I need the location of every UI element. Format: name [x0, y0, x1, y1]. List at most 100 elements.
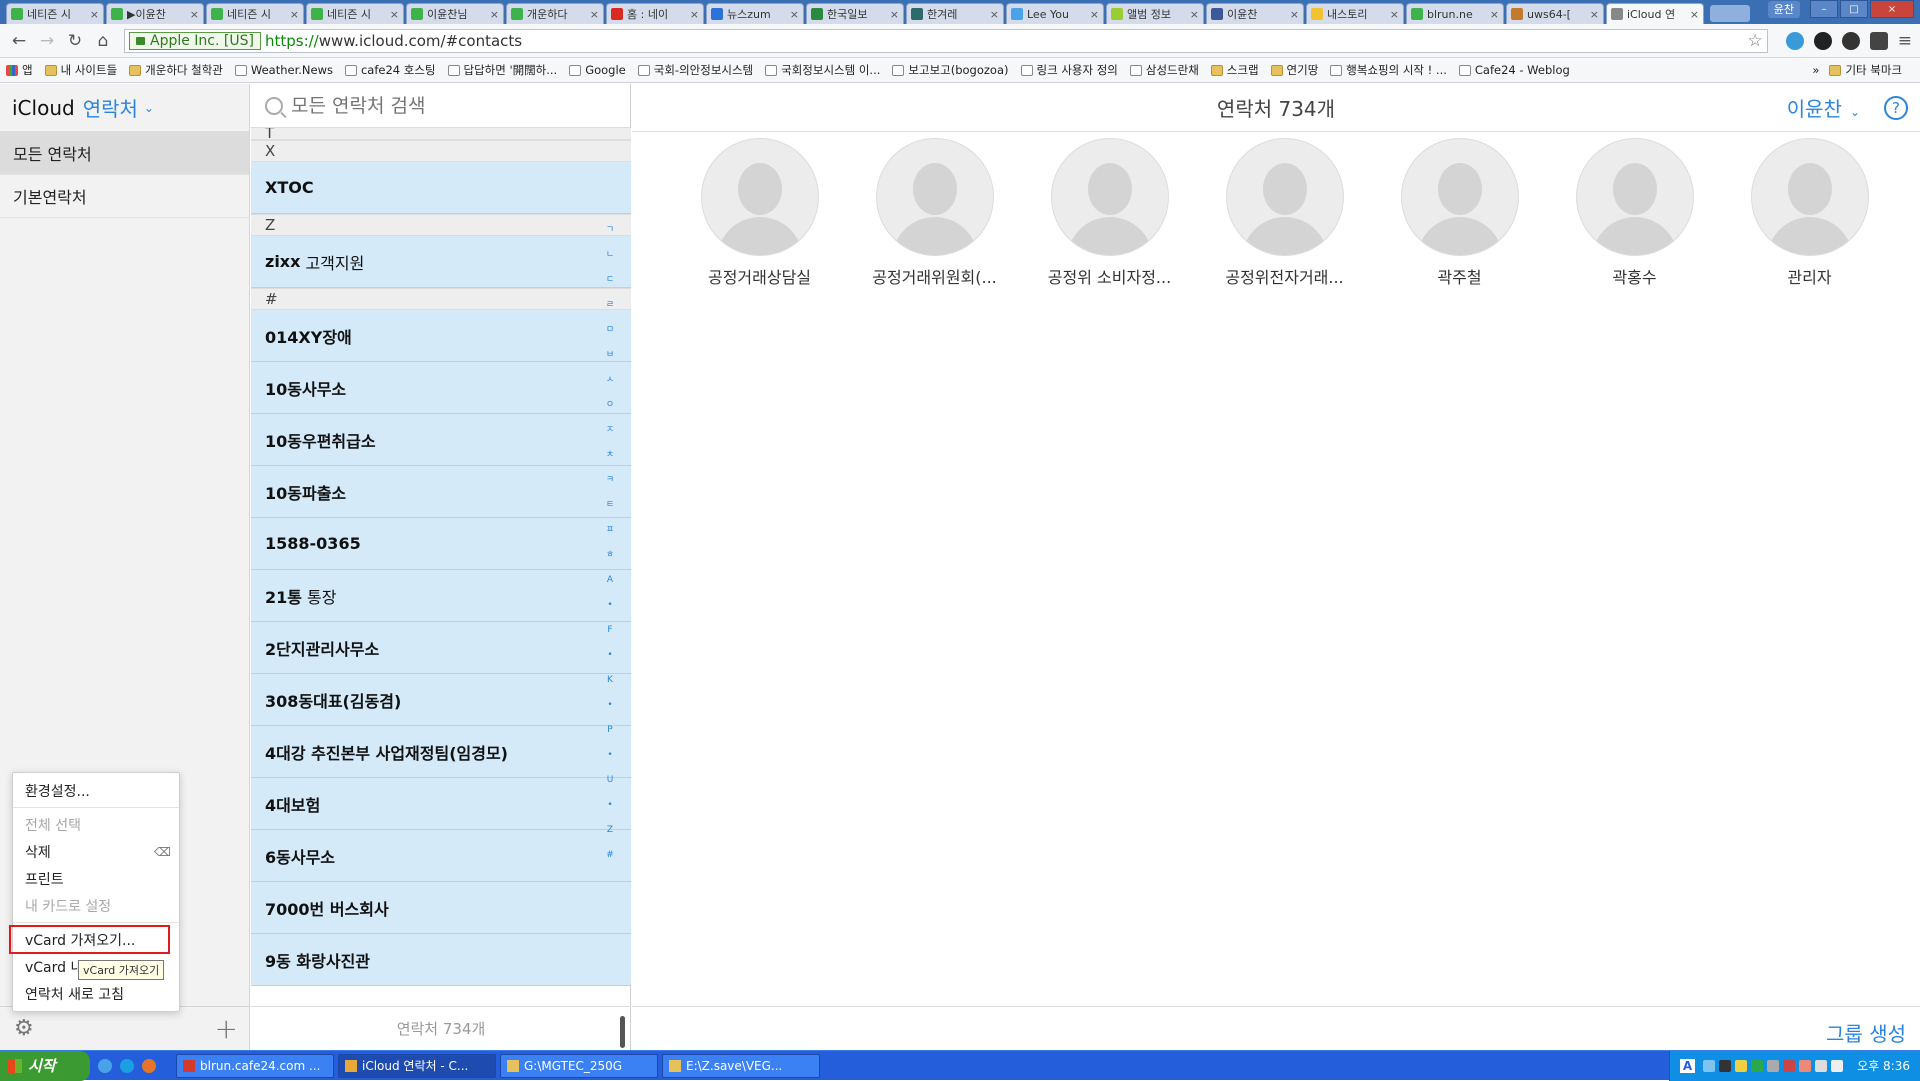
close-tab-icon[interactable]: × [1190, 8, 1199, 21]
browser-tab[interactable]: 한겨레 × [906, 3, 1004, 24]
tray-icon[interactable] [1783, 1059, 1796, 1072]
contact-card[interactable]: 공정위 소비자정... [1022, 138, 1197, 288]
contact-row[interactable]: 10동사무소 [251, 362, 631, 414]
clock[interactable]: 오후 8:36 [1857, 1057, 1910, 1074]
bookmark-item[interactable]: 링크 사용자 정의 [1020, 62, 1118, 78]
index-letter[interactable]: • [607, 743, 612, 768]
index-letter[interactable]: K [607, 668, 613, 693]
start-button[interactable]: 시작 [0, 1050, 90, 1081]
index-letter[interactable]: ㄴ [606, 243, 614, 268]
index-letter[interactable]: ㅂ [606, 343, 614, 368]
bookmark-item[interactable]: 내 사이트들 [44, 62, 117, 78]
address-bar[interactable]: Apple Inc. [US] https:// www.icloud.com/… [124, 28, 1768, 53]
index-letter[interactable]: • [607, 693, 612, 718]
menu-icon[interactable]: ≡ [1898, 31, 1912, 51]
menu-import-vcard[interactable]: vCard 가져오기... [9, 925, 170, 954]
contact-row[interactable]: 308동대표(김동겸) [251, 674, 631, 726]
index-letter[interactable]: ㅋ [606, 468, 614, 493]
close-tab-icon[interactable]: × [1390, 8, 1399, 21]
sidebar-group-item[interactable]: 기본연락처 [0, 175, 249, 218]
browser-tab[interactable]: 네티즌 시 × [6, 3, 104, 24]
index-letter[interactable]: • [607, 793, 612, 818]
index-letter[interactable]: Z [607, 818, 613, 843]
taskbar-window-button[interactable]: E:\Z.save\VEG... [662, 1053, 820, 1078]
profile-badge[interactable]: 윤찬 [1767, 1, 1800, 18]
index-letter[interactable]: ㅅ [606, 368, 614, 393]
browser-tab[interactable]: Lee You × [1006, 3, 1104, 24]
browser-tab[interactable]: 네티즌 시 × [306, 3, 404, 24]
back-icon[interactable]: ← [8, 31, 30, 51]
close-window-button[interactable]: × [1870, 0, 1914, 18]
new-tab-button[interactable] [1710, 5, 1750, 22]
close-tab-icon[interactable]: × [990, 8, 999, 21]
app-name[interactable]: 연락처 [83, 93, 138, 122]
taskbar-window-button[interactable]: blrun.cafe24.com ... [176, 1053, 334, 1078]
bookmark-item[interactable]: 개운하다 철학관 [129, 62, 223, 78]
bookmark-item[interactable]: 스크랩 [1210, 62, 1259, 78]
index-letter[interactable]: • [607, 593, 612, 618]
close-tab-icon[interactable]: × [290, 8, 299, 21]
tray-icon[interactable] [1735, 1059, 1748, 1072]
bookmark-item[interactable]: 삼성드란채 [1129, 62, 1199, 78]
contact-row[interactable]: 10동우편취급소 [251, 414, 631, 466]
taskbar-window-button[interactable]: iCloud 연락처 - C... [338, 1053, 496, 1078]
browser-tab[interactable]: 뉴스zum × [706, 3, 804, 24]
bookmarks-overflow-button[interactable]: » [1812, 63, 1819, 77]
contact-row[interactable]: 4대강 추진본부 사업재정팀(임경모) [251, 726, 631, 778]
index-letter[interactable]: U [607, 768, 614, 793]
close-tab-icon[interactable]: × [890, 8, 899, 21]
extension-compass-icon[interactable] [1785, 31, 1804, 50]
contact-row[interactable]: 4대보험 [251, 778, 631, 830]
bookmark-item[interactable]: 앱 [6, 62, 33, 78]
close-tab-icon[interactable]: × [1590, 8, 1599, 21]
home-icon[interactable]: ⌂ [92, 31, 114, 51]
browser-tab[interactable]: ▶이윤찬 × [106, 3, 204, 24]
index-letter[interactable]: P [607, 718, 612, 743]
chevron-down-icon[interactable]: ⌄ [144, 101, 154, 115]
app-switcher[interactable]: iCloud 연락처 ⌄ [0, 84, 249, 132]
bookmark-item[interactable]: 국회정보시스템 이... [765, 62, 880, 78]
browser-tab[interactable]: 이윤찬님 × [406, 3, 504, 24]
index-letter[interactable]: ㄷ [606, 268, 614, 293]
index-letter[interactable]: ㅌ [606, 493, 614, 518]
minimize-button[interactable]: – [1810, 0, 1838, 18]
extension-glasses-icon[interactable] [1869, 31, 1888, 50]
browser-tab[interactable]: 한국일보 × [806, 3, 904, 24]
index-letter[interactable]: ㅍ [606, 518, 614, 543]
browser-tab[interactable]: 이윤찬 × [1206, 3, 1304, 24]
browser-tab[interactable]: 개운하다 × [506, 3, 604, 24]
tray-icon[interactable] [1719, 1059, 1732, 1072]
forward-icon[interactable]: → [36, 31, 58, 51]
quicklaunch-skype-icon[interactable] [120, 1058, 134, 1073]
other-bookmarks-folder[interactable]: 기타 북마크 [1829, 62, 1902, 78]
bookmark-item[interactable]: cafe24 호스팅 [344, 62, 436, 78]
index-letter[interactable]: # [606, 843, 614, 868]
bookmark-star-icon[interactable]: ☆ [1748, 31, 1763, 51]
browser-tab[interactable]: 네티즌 시 × [206, 3, 304, 24]
index-letter[interactable]: • [607, 643, 612, 668]
bookmark-item[interactable]: 답답하면 '開闊하... [447, 62, 557, 78]
close-tab-icon[interactable]: × [90, 8, 99, 21]
contact-card[interactable]: 공정위전자거래... [1197, 138, 1372, 288]
index-letter[interactable]: ㅇ [606, 393, 614, 418]
index-letter[interactable]: ㅊ [606, 443, 614, 468]
bookmark-item[interactable]: Google [569, 63, 626, 77]
index-letter[interactable]: ㄹ [606, 293, 614, 318]
maximize-button[interactable]: □ [1840, 0, 1868, 18]
bookmark-item[interactable]: 연기땅 [1270, 62, 1318, 78]
contact-row[interactable]: 7000번 버스회사 [251, 882, 631, 934]
tray-icon[interactable] [1799, 1059, 1812, 1072]
contact-row[interactable]: 10동파출소 [251, 466, 631, 518]
index-letter[interactable]: ㄱ [606, 218, 614, 243]
close-tab-icon[interactable]: × [1490, 8, 1499, 21]
contact-card[interactable]: 공정거래위원회(... [847, 138, 1022, 288]
ime-indicator[interactable]: A [1679, 1058, 1696, 1073]
tray-icon[interactable] [1703, 1059, 1716, 1072]
tray-icon[interactable] [1751, 1059, 1764, 1072]
gear-icon[interactable]: ⚙ [14, 1016, 34, 1041]
close-tab-icon[interactable]: × [390, 8, 399, 21]
quicklaunch-firefox-icon[interactable] [142, 1058, 156, 1073]
quicklaunch-ie-icon[interactable] [98, 1058, 112, 1073]
contact-row[interactable]: 9동 화랑사진관 [251, 934, 631, 986]
index-letter[interactable]: F [607, 618, 612, 643]
